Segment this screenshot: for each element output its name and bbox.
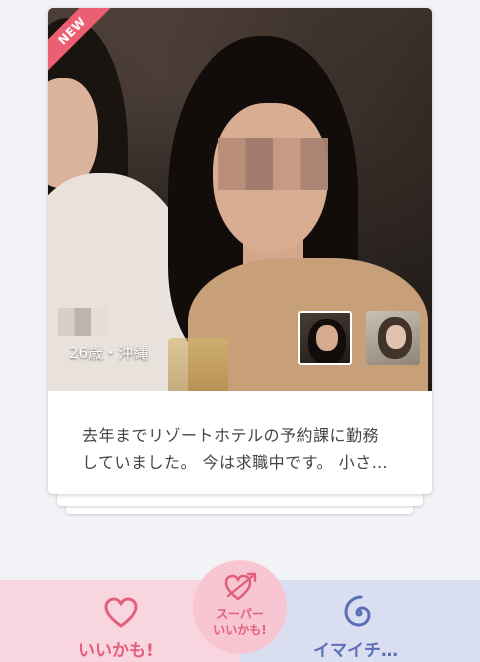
profile-photo[interactable]: NEW 26歳・沖縄 [48, 8, 432, 391]
super-like-label: スーパー いいかも! [213, 607, 267, 637]
nope-label: イマイチ… [313, 641, 398, 661]
photo-thumbnail-2[interactable] [366, 311, 420, 365]
like-label: いいかも! [78, 641, 154, 661]
profile-card[interactable]: NEW 26歳・沖縄 去年までリゾートホテルの予約課に勤務 していました。 今は… [48, 8, 432, 494]
photo-glass [168, 338, 228, 391]
face-mosaic-secondary [58, 308, 108, 336]
age-location-label: 26歳・沖縄 [69, 344, 149, 362]
thumb-face [316, 325, 338, 351]
thumb-face [386, 325, 406, 349]
heart-icon [104, 597, 138, 628]
face-mosaic [218, 138, 328, 190]
photo-thumbnail-1[interactable] [298, 311, 352, 365]
super-like-button[interactable]: スーパー いいかも! [193, 560, 287, 654]
card-stack-middle [57, 492, 423, 506]
profile-bio: 去年までリゾートホテルの予約課に勤務 していました。 今は求職中です。 小さ… [82, 426, 389, 472]
swirl-icon [344, 595, 371, 627]
heart-arrow-icon [224, 572, 257, 601]
